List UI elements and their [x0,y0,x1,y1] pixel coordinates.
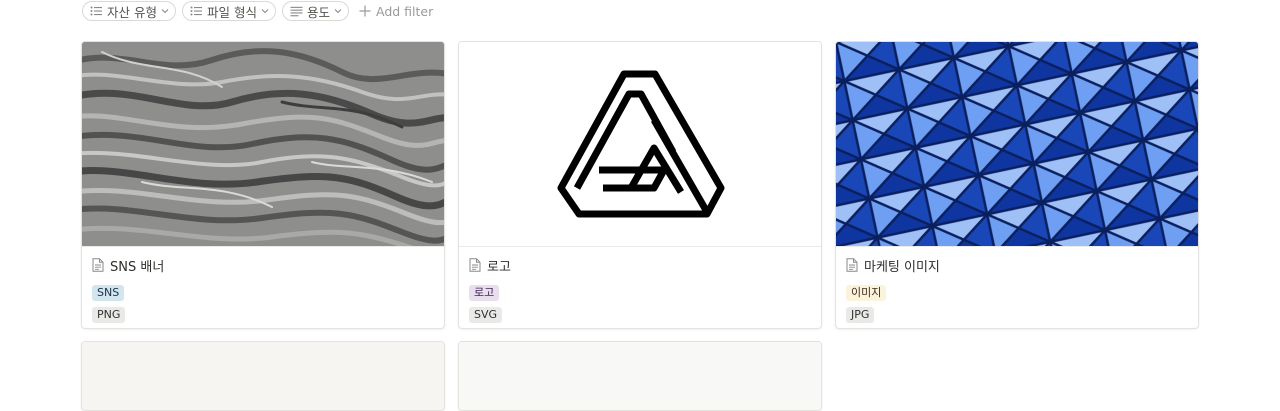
card-title: 마케팅 이미지 [864,259,940,275]
filter-label: 자산 유형 [107,4,157,20]
file-format-tag: PNG [92,307,126,323]
filter-asset-type[interactable]: 자산 유형 [82,1,176,21]
add-filter-button[interactable]: Add filter [359,4,433,19]
filter-file-format[interactable]: 파일 형식 [181,1,276,21]
blue-geometric-facade-image [836,42,1198,247]
gallery-card-partial-1[interactable] [81,341,445,411]
chevron-down-icon [161,9,169,14]
usage-tag: 이미지 [846,285,887,301]
chevron-down-icon [261,9,269,14]
list-icon [90,6,102,16]
lines-icon [290,6,303,17]
gallery-card-logo[interactable]: 로고 로고 SVG [458,41,822,329]
filter-label: 파일 형식 [206,4,257,20]
filter-label: 용도 [306,4,330,20]
file-format-tag: SVG [469,307,503,323]
chevron-down-icon [334,9,342,14]
card-title: 로고 [487,259,511,275]
card-title-row: SNS 배너 [82,256,444,275]
marble-texture-image [82,42,444,247]
gallery-card-sns-banner[interactable]: SNS 배너 SNS PNG [81,41,445,329]
page-icon [846,258,858,272]
usage-tag: 로고 [469,285,500,301]
impossible-triangle-logo [459,42,821,247]
file-format-tag: JPG [846,307,875,323]
filter-bar: 자산 유형 파일 형식 용도 Add filter [82,0,433,22]
gallery-card-marketing-image[interactable]: 마케팅 이미지 이미지 JPG [835,41,1199,329]
filter-usage[interactable]: 용도 [281,1,349,21]
card-title-row: 로고 [459,256,821,275]
card-title-row: 마케팅 이미지 [836,256,1198,275]
page-icon [469,258,481,272]
list-icon [190,6,202,16]
gallery-card-partial-2[interactable] [458,341,822,411]
page-icon [92,258,104,272]
plus-icon [359,5,371,17]
add-filter-label: Add filter [375,3,434,19]
card-title: SNS 배너 [110,259,165,275]
usage-tag: SNS [92,285,125,301]
